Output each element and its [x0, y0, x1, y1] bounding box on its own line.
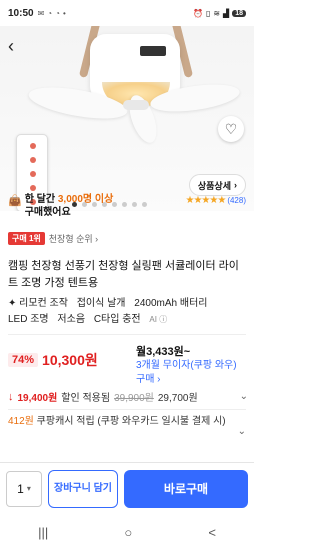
alarm-icon: ⏰ — [192, 8, 203, 18]
remote-button — [30, 185, 36, 191]
cashback-info[interactable]: 412원 쿠팡캐시 적립 (쿠팡 와우카드 일시불 결제 시) — [8, 414, 232, 429]
feature-tag: 2400mAh 배터리 — [134, 298, 208, 309]
social-proof: 👜 한 달간 3,000명 이상 구매했어요 ★★★★★ (428) — [8, 193, 246, 227]
monthly-price: 월3,433원~ — [136, 346, 191, 358]
discount-amount: 19,400원 — [17, 393, 58, 404]
chevron-down-icon[interactable]: ⌄ — [240, 391, 248, 402]
signal-icon: ▟ — [223, 8, 230, 18]
price-block: 74% 10,300원 — [8, 350, 98, 370]
battery-icon: 18 — [232, 9, 246, 17]
feature-tag: LED 조명 — [8, 314, 49, 325]
chevron-down-icon: ▾ — [26, 484, 31, 493]
home-icon[interactable]: ○ — [124, 525, 132, 540]
fan-hub-image — [123, 100, 149, 110]
quantity-select[interactable]: 1 ▾ — [6, 470, 42, 507]
shopping-bag-icon: 👜 — [8, 195, 22, 207]
chevron-down-icon[interactable]: ⌄ — [238, 426, 246, 437]
final-price: 29,700원 — [157, 393, 198, 404]
remote-button — [30, 171, 36, 177]
divider — [8, 409, 246, 410]
clock: 10:50 — [8, 7, 34, 19]
rank-category-link[interactable]: 천장형 순위 › — [49, 232, 98, 245]
notification-icons: ✉ ◔ ◔ • — [38, 9, 66, 18]
star-rating-icon: ★★★★★ — [185, 195, 226, 206]
remote-button — [30, 157, 36, 163]
feature-tag: ✦ 리모컨 조작 — [8, 298, 68, 309]
ranking[interactable]: 구매 1위 천장형 순위 › — [8, 232, 98, 245]
rating[interactable]: ★★★★★ (428) — [185, 195, 246, 206]
installment-block[interactable]: 월3,433원~ 3개월 무이자(쿠팡 와우) 구매 › — [136, 343, 248, 387]
buy-now-button[interactable]: 바로구매 — [124, 469, 248, 508]
instant-discount[interactable]: ↓ 19,400원 할인 적용됨 39,900원 29,700원 ⌄ — [8, 389, 248, 405]
remote-button — [30, 143, 36, 149]
purchase-suffix: 구매했어요 — [24, 207, 71, 218]
system-nav-bar: ||| ○ < — [0, 514, 254, 550]
add-to-cart-button[interactable]: 장바구니 담기 — [48, 469, 118, 508]
back-button[interactable]: ‹ — [8, 36, 14, 57]
sale-price: 10,300원 — [42, 352, 98, 368]
recent-apps-icon[interactable]: ||| — [38, 525, 48, 540]
product-title: 캠핑 천장형 선풍기 천장형 실링팬 서큘레이터 라이트 조명 가정 텐트용 — [8, 260, 239, 289]
purchase-count-text: 한 달간 3,000명 이상 구매했어요 — [25, 193, 114, 219]
discount-rate: 74% — [8, 353, 39, 367]
cashback-text: 쿠팡캐시 적립 (쿠팡 와우카드 일시불 결제 시) — [33, 416, 226, 427]
purchase-bar: 1 ▾ 장바구니 담기 바로구매 — [0, 462, 254, 514]
original-price: 39,900원 — [114, 393, 154, 404]
fan-display-image — [140, 46, 166, 56]
purchase-count: 3,000명 이상 — [57, 194, 114, 205]
vibrate-icon: ▯ — [205, 8, 211, 18]
feature-tag: 접이식 날개 — [76, 298, 126, 309]
dot-icon: • — [62, 8, 66, 18]
arrow-down-icon: ↓ — [8, 390, 14, 403]
chevron-right-icon: › — [234, 180, 237, 190]
quantity-value: 1 — [17, 481, 24, 496]
cashback-amount: 412원 — [8, 416, 34, 427]
chat-icon: ◔ — [47, 8, 53, 18]
feature-tag: 저소음 — [57, 314, 86, 325]
product-detail-label: 상품상세 — [197, 180, 231, 191]
mail-icon: ✉ — [37, 8, 45, 18]
divider — [8, 334, 246, 335]
rank-badge: 구매 1위 — [8, 232, 45, 245]
discount-label: 할인 적용됨 — [61, 393, 111, 404]
installment-link[interactable]: 3개월 무이자(쿠팡 와우) 구매 › — [136, 359, 248, 387]
status-bar: 10:50 ✉ ◔ ◔ • ⏰ ▯ ≋ ▟ 18 — [0, 0, 254, 26]
system-icons: ⏰ ▯ ≋ ▟ 18 — [193, 9, 246, 18]
review-count[interactable]: (428) — [227, 196, 246, 205]
feature-tags: ✦ 리모컨 조작 접이식 날개 2400mAh 배터리 LED 조명 저소음 C… — [8, 296, 248, 328]
purchase-prefix: 한 달간 — [24, 194, 58, 205]
product-image-carousel[interactable]: ‹ ♡ 상품상세 › — [0, 26, 254, 211]
back-icon[interactable]: < — [208, 525, 216, 540]
ai-info-icon[interactable]: AI ⓘ — [149, 315, 167, 324]
feature-tag: C타입 충전 — [93, 314, 141, 325]
wishlist-heart-button[interactable]: ♡ — [218, 116, 244, 142]
wifi-icon: ≋ — [213, 8, 221, 18]
chat-icon: ◔ — [55, 8, 60, 18]
